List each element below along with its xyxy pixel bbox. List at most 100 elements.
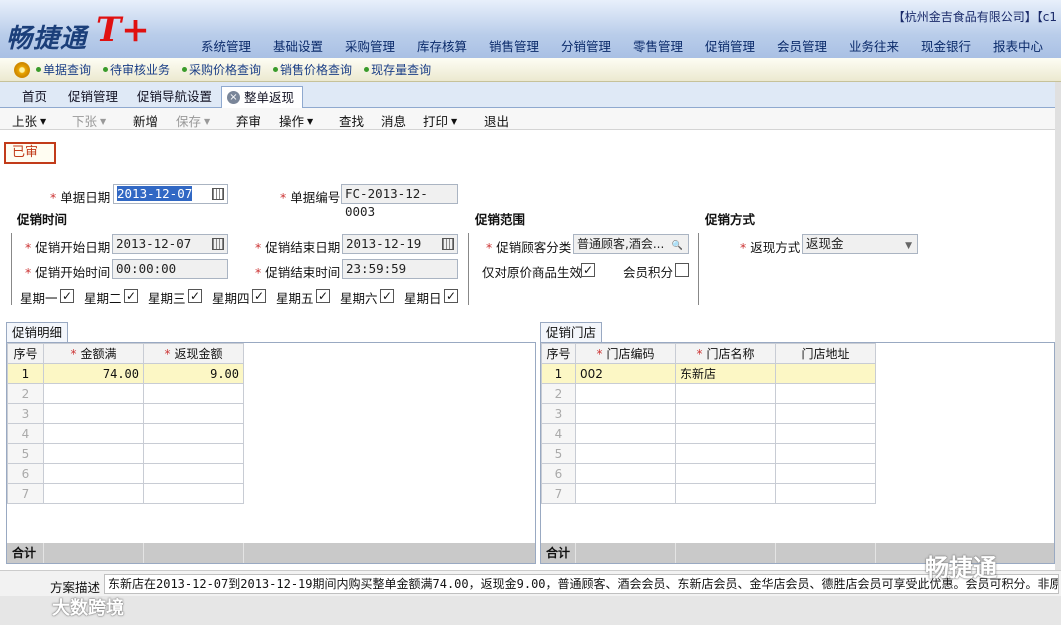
orig-price-checkbox[interactable]: ✓ <box>581 263 595 277</box>
weekday-mon-checkbox[interactable]: ✓ <box>60 289 74 303</box>
table-row[interactable]: 1 74.00 9.00 <box>7 363 244 384</box>
menu-sales[interactable]: 销售管理 <box>478 36 550 55</box>
table-row[interactable]: 2 <box>7 383 244 404</box>
menu-basic-settings[interactable]: 基础设置 <box>262 36 334 55</box>
table-row[interactable]: 3 <box>541 403 876 424</box>
start-date-field[interactable]: 2013-12-07 <box>112 234 228 254</box>
menu-member[interactable]: 会员管理 <box>766 36 838 55</box>
gear-icon[interactable] <box>14 61 30 78</box>
table-row[interactable]: 6 <box>7 463 244 484</box>
tab-bar: 首页 促销管理 促销导航设置 × 整单返现 <box>0 82 1061 108</box>
weekday-thu-checkbox[interactable]: ✓ <box>252 289 266 303</box>
tab-promo-detail[interactable]: 促销明细 <box>6 322 69 342</box>
calendar-icon[interactable] <box>212 238 224 250</box>
quick-doc-query[interactable]: 单据查询 <box>36 61 91 78</box>
add-button[interactable]: 新增 <box>133 111 158 130</box>
table-row[interactable]: 7 <box>7 483 244 504</box>
divider <box>468 233 469 305</box>
description-bar: 方案描述 东新店在2013-12-07到2013-12-19期间内购买整单金额满… <box>0 570 1061 596</box>
description-field[interactable]: 东新店在2013-12-07到2013-12-19期间内购买整单金额满74.00… <box>104 574 1059 594</box>
member-points-checkbox[interactable] <box>675 263 689 277</box>
weekday-sun-checkbox[interactable]: ✓ <box>444 289 458 303</box>
weekday-wed-checkbox[interactable]: ✓ <box>188 289 202 303</box>
promo-scope-heading: 促销范围 <box>475 212 526 227</box>
chevron-down-icon: ▼ <box>100 117 107 126</box>
close-icon[interactable]: × <box>227 91 240 104</box>
tab-home[interactable]: 首页 <box>22 86 47 108</box>
print-button[interactable]: 打印 ▼ <box>423 111 457 130</box>
bullet-icon <box>103 67 109 72</box>
end-time-field[interactable]: 23:59:59 <box>342 259 458 279</box>
detail-total-row: 合计 <box>7 543 535 563</box>
end-date-field[interactable]: 2013-12-19 <box>342 234 458 254</box>
weekday-tue-label: 星期二 <box>84 291 122 306</box>
col-seq[interactable]: 序号 <box>541 343 576 364</box>
tab-promotion[interactable]: 促销管理 <box>68 86 118 108</box>
col-store-name[interactable]: * 门店名称 <box>675 343 776 364</box>
menu-reports[interactable]: 报表中心 <box>982 36 1054 55</box>
tab-promo-stores[interactable]: 促销门店 <box>540 322 603 342</box>
doc-no-label: * 单据编号 <box>280 190 341 205</box>
table-row[interactable]: 5 <box>541 443 876 464</box>
quick-sales-price[interactable]: 销售价格查询 <box>273 61 352 78</box>
detail-table: 序号 * 金额满 * 返现金额 1 74.00 9.00 2 3 4 5 6 7 <box>7 343 244 504</box>
chevron-down-icon[interactable]: ▼ <box>905 237 912 255</box>
doc-no-field[interactable]: FC-2013-12-0003 <box>341 184 458 219</box>
doc-date-field[interactable]: 2013-12-07 <box>113 184 228 204</box>
start-time-field[interactable]: 00:00:00 <box>112 259 228 279</box>
exit-button[interactable]: 退出 <box>484 111 509 130</box>
menu-system[interactable]: 系统管理 <box>190 36 262 55</box>
unaudit-button[interactable]: 弃审 <box>236 111 261 130</box>
weekday-sat-label: 星期六 <box>340 291 378 306</box>
table-row[interactable]: 7 <box>541 483 876 504</box>
menu-cash-bank[interactable]: 现金银行 <box>910 36 982 55</box>
table-row[interactable]: 3 <box>7 403 244 424</box>
chevron-down-icon: ▼ <box>40 117 47 126</box>
bullet-icon <box>273 67 279 72</box>
table-row[interactable]: 5 <box>7 443 244 464</box>
quick-purchase-price[interactable]: 采购价格查询 <box>182 61 261 78</box>
calendar-icon[interactable] <box>212 188 224 200</box>
col-store-address[interactable]: 门店地址 <box>775 343 876 364</box>
vertical-scrollbar[interactable] <box>1055 82 1061 570</box>
find-button[interactable]: 查找 <box>339 111 364 130</box>
col-amount-threshold[interactable]: * 金额满 <box>43 343 144 364</box>
table-row[interactable]: 4 <box>7 423 244 444</box>
next-button[interactable]: 下张 ▼ <box>72 111 106 130</box>
table-row[interactable]: 4 <box>541 423 876 444</box>
customer-class-field[interactable]: 普通顾客,酒会... 🔍 <box>573 234 689 254</box>
menu-retail[interactable]: 零售管理 <box>622 36 694 55</box>
col-seq[interactable]: 序号 <box>7 343 44 364</box>
app-logo-suffix: T+ <box>96 10 150 50</box>
menu-inventory[interactable]: 库存核算 <box>406 36 478 55</box>
message-button[interactable]: 消息 <box>381 111 406 130</box>
end-time-label: * 促销结束时间 <box>255 265 341 280</box>
table-row[interactable]: 6 <box>541 463 876 484</box>
tab-order-refund[interactable]: × 整单返现 <box>221 86 304 108</box>
prev-button[interactable]: 上张 ▼ <box>12 111 46 130</box>
promo-detail-grid: 序号 * 金额满 * 返现金额 1 74.00 9.00 2 3 4 5 6 7 合计 <box>6 342 536 564</box>
member-points-label: 会员积分 <box>623 265 674 280</box>
weekday-tue-checkbox[interactable]: ✓ <box>124 289 138 303</box>
menu-distribution[interactable]: 分销管理 <box>550 36 622 55</box>
operate-button[interactable]: 操作 ▼ <box>279 111 313 130</box>
refund-method-select[interactable]: 返现金 ▼ <box>802 234 918 254</box>
menu-promotion[interactable]: 促销管理 <box>694 36 766 55</box>
calendar-icon[interactable] <box>442 238 454 250</box>
menu-business[interactable]: 业务往来 <box>838 36 910 55</box>
weekday-fri-checkbox[interactable]: ✓ <box>316 289 330 303</box>
stores-table: 序号 * 门店编码 * 门店名称 门店地址 1 002 东新店 2 3 4 5 6 7 <box>541 343 876 504</box>
search-icon[interactable]: 🔍 <box>672 237 683 253</box>
col-store-code[interactable]: * 门店编码 <box>575 343 676 364</box>
table-row[interactable]: 2 <box>541 383 876 404</box>
quick-stock-query[interactable]: 现存量查询 <box>364 61 431 78</box>
app-logo: 畅捷通 <box>6 24 88 54</box>
menu-purchase[interactable]: 采购管理 <box>334 36 406 55</box>
table-row[interactable]: 1 002 东新店 <box>541 363 876 384</box>
col-refund-amount[interactable]: * 返现金额 <box>143 343 244 364</box>
tab-promo-nav[interactable]: 促销导航设置 <box>137 86 212 108</box>
quick-pending-review[interactable]: 待审核业务 <box>103 61 170 78</box>
weekday-sat-checkbox[interactable]: ✓ <box>380 289 394 303</box>
save-button[interactable]: 保存 ▼ <box>176 111 210 130</box>
chevron-down-icon: ▼ <box>451 117 458 126</box>
